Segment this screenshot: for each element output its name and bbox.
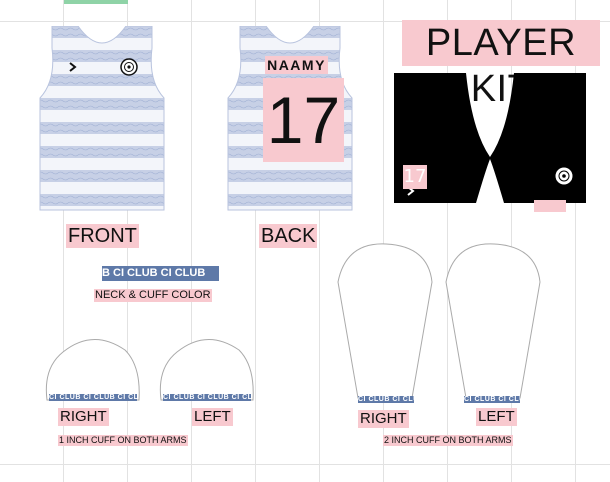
neck-cuff-swatch: B CI CLUB CI CLUB: [102, 266, 219, 281]
short-sleeve-left-cuff: CI CLUB CI CLUB CI CLUB: [163, 394, 251, 401]
long-cuff-note: 2 INCH CUFF ON BOTH ARMS: [383, 435, 513, 446]
front-jersey: [39, 26, 165, 211]
shorts-highlight-tab: [534, 200, 566, 212]
long-sleeve-left: [445, 243, 541, 399]
long-sleeve-right-cuff: CI CLUB CI CLUB CI CLUB: [358, 396, 414, 403]
short-left-label: LEFT: [192, 408, 233, 426]
long-right-label: RIGHT: [358, 410, 409, 428]
long-left-label: LEFT: [476, 408, 517, 426]
player-name: NAAMY: [265, 56, 328, 74]
shorts-number-text: 17: [403, 166, 427, 187]
long-sleeve-left-cuff: CI CLUB CI CLUB CI CLUB: [464, 396, 520, 403]
shorts-number: 17: [403, 165, 427, 189]
grid-line: [0, 464, 610, 465]
player-number-back: 17: [263, 78, 344, 162]
club-crest-icon: [120, 58, 138, 76]
neck-cuff-label: NECK & CUFF COLOR: [94, 289, 212, 302]
back-label: BACK: [259, 224, 318, 248]
long-sleeve-right: [337, 243, 433, 399]
selected-cell-marker: [64, 0, 128, 4]
short-right-label: RIGHT: [58, 408, 109, 426]
club-crest-icon: [555, 167, 573, 185]
page-title: PLAYER KIT: [402, 20, 600, 110]
short-sleeve-right-cuff: CI CLUB CI CLUB CI CLUB: [49, 394, 137, 401]
short-cuff-note: 1 INCH CUFF ON BOTH ARMS: [58, 435, 188, 446]
front-label: FRONT: [66, 224, 139, 248]
